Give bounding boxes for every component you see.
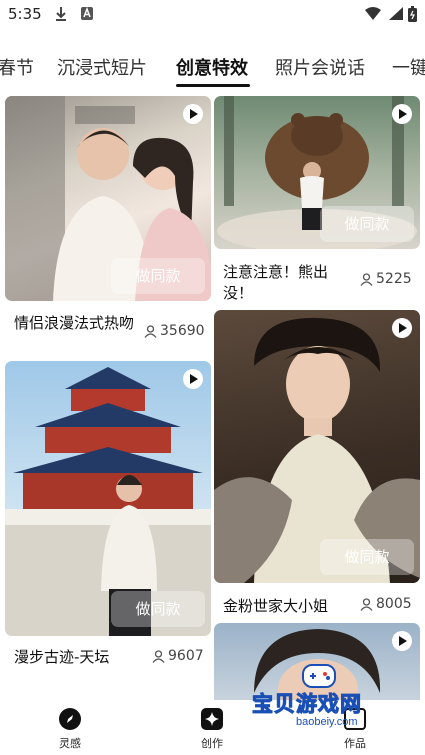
download-icon xyxy=(56,7,66,21)
nav-label: 灵感 xyxy=(59,737,81,750)
make-same-button[interactable]: 做同款 xyxy=(320,539,414,575)
active-tab-indicator xyxy=(176,84,250,87)
card-count: 5225 xyxy=(360,271,412,287)
nav-item-inspiration[interactable]: 灵感 xyxy=(40,708,100,751)
status-bar: 5:35 xyxy=(0,0,425,30)
compass-icon xyxy=(59,708,81,730)
card-image-lady[interactable]: 做同款 xyxy=(214,310,420,583)
tab-spring-festival[interactable]: 春节 xyxy=(0,54,34,80)
wifi-icon xyxy=(365,7,381,20)
person-icon xyxy=(360,272,373,286)
watermark-text: 宝贝游戏网 xyxy=(252,692,362,717)
battery-icon xyxy=(408,6,417,22)
card-image-couple[interactable]: 做同款 xyxy=(5,96,211,301)
make-same-button[interactable]: 做同款 xyxy=(320,206,414,242)
card-count-value: 5225 xyxy=(376,271,412,287)
card-count-value: 8005 xyxy=(376,596,412,612)
card-count-value: 35690 xyxy=(160,323,205,339)
play-icon[interactable] xyxy=(183,104,203,124)
card-title: 金粉世家大小姐 xyxy=(223,597,329,615)
tab-immersive-short[interactable]: 沉浸式短片 xyxy=(57,54,147,80)
card-title: 情侣浪漫法式热吻 xyxy=(14,314,135,332)
sparkle-icon xyxy=(201,708,223,730)
tab-creative-effects[interactable]: 创意特效 xyxy=(176,54,248,80)
font-icon xyxy=(81,6,93,20)
nav-item-create[interactable]: 创作 xyxy=(182,708,242,751)
card-count-value: 9607 xyxy=(168,648,204,664)
tab-talking-photo[interactable]: 照片会说话 xyxy=(275,54,365,80)
watermark: 宝贝游戏网 baobeiy.com xyxy=(250,660,410,740)
card-count: 8005 xyxy=(360,596,412,612)
card-title: 漫步古迹-天坛 xyxy=(14,648,110,666)
make-same-button[interactable]: 做同款 xyxy=(111,591,205,627)
play-icon[interactable] xyxy=(392,318,412,338)
person-icon xyxy=(360,597,373,611)
card-title: 注意注意！熊出没！ xyxy=(223,263,329,302)
play-icon[interactable] xyxy=(392,631,412,651)
signal-icon xyxy=(389,7,403,20)
play-icon[interactable] xyxy=(183,369,203,389)
card-image-bear[interactable]: 做同款 xyxy=(214,96,420,249)
card-count: 35690 xyxy=(144,323,205,339)
status-time: 5:35 xyxy=(8,5,42,23)
make-same-button[interactable]: 做同款 xyxy=(111,258,205,294)
gamepad-icon xyxy=(302,664,336,688)
card-count: 9607 xyxy=(152,648,204,664)
person-icon xyxy=(144,324,157,338)
card-image-temple[interactable]: 做同款 xyxy=(5,361,211,636)
tab-one-click[interactable]: 一键 xyxy=(392,54,425,80)
nav-label: 创作 xyxy=(201,737,223,750)
play-icon[interactable] xyxy=(392,104,412,124)
person-icon xyxy=(152,649,165,663)
watermark-url: baobeiy.com xyxy=(296,716,358,728)
